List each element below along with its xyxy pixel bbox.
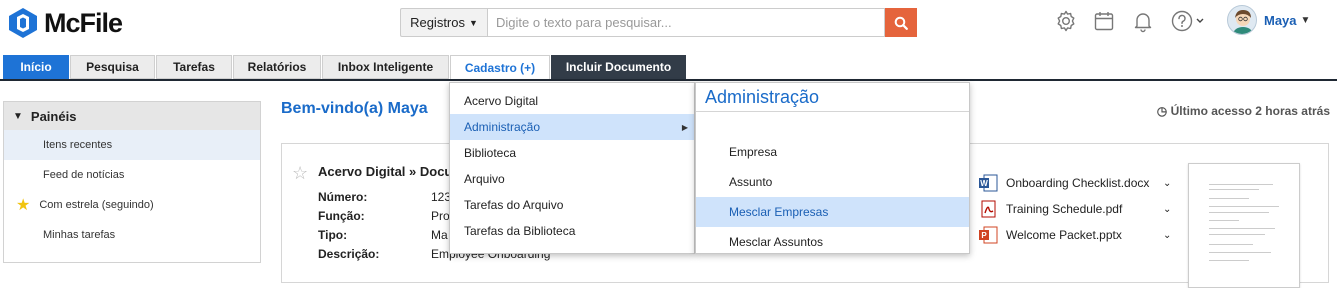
word-doc-icon: W (979, 174, 998, 192)
submenu-title: Administração (705, 86, 820, 107)
field-label: Tipo: (318, 228, 348, 242)
menu-item-label: Tarefas da Biblioteca (464, 224, 576, 238)
panel-item-news-feed[interactable]: Feed de notícias (4, 160, 260, 190)
field-label: Número: (318, 190, 368, 204)
main-nav-tabs: Início Pesquisa Tarefas Relatórios Inbox… (0, 55, 1337, 81)
svg-text:W: W (980, 179, 988, 188)
submenu-item-label: Empresa (729, 145, 778, 159)
search-input[interactable] (487, 8, 885, 37)
top-header: McFile Registros ▼ Digite o texto para p… (0, 0, 1337, 48)
panel-title: Painéis (30, 108, 77, 124)
user-menu[interactable]: Maya ▼ (1227, 5, 1310, 35)
bell-icon[interactable] (1131, 9, 1155, 33)
tab-relatorios[interactable]: Relatórios (233, 55, 321, 79)
menu-item-biblioteca[interactable]: Biblioteca (450, 140, 694, 166)
gear-icon[interactable] (1054, 9, 1078, 33)
field-label: Descrição: (318, 247, 380, 261)
welcome-heading: Bem-vindo(a) Maya (281, 100, 428, 117)
attachment-name: Training Schedule.pdf (1006, 202, 1123, 216)
submenu-item-label: Mesclar Empresas (729, 205, 829, 219)
field-value: Ma (431, 228, 448, 242)
app-name: McFile (44, 7, 123, 38)
document-preview-thumbnail[interactable] (1188, 163, 1300, 288)
clock-icon: ◷ (1156, 104, 1168, 118)
menu-item-label: Tarefas do Arquivo (464, 198, 564, 212)
panels-sidebar: ▼ Painéis Itens recentes Feed de notícia… (3, 101, 261, 263)
search-category-dropdown[interactable]: Registros ▼ (400, 8, 487, 37)
avatar (1227, 5, 1257, 35)
avatar-face-icon (1232, 10, 1254, 34)
panel-item-starred[interactable]: ★ Com estrela (seguindo) (4, 190, 260, 220)
powerpoint-icon: P (979, 226, 998, 244)
logo-icon (9, 8, 37, 38)
chevron-down-icon[interactable]: ⌄ (1163, 204, 1171, 215)
panel-header[interactable]: ▼ Painéis (4, 102, 260, 130)
search-button[interactable] (885, 8, 917, 37)
cadastro-dropdown-menu: Acervo Digital Administração ▶ Bibliotec… (449, 82, 695, 254)
menu-item-arquivo[interactable]: Arquivo (450, 166, 694, 192)
tab-pesquisa[interactable]: Pesquisa (70, 55, 155, 79)
search-category-label: Registros (410, 15, 465, 30)
chevron-down-icon[interactable]: ⌄ (1163, 230, 1171, 241)
panel-item-my-tasks[interactable]: Minhas tarefas (4, 220, 260, 250)
tab-inbox-inteligente[interactable]: Inbox Inteligente (322, 55, 449, 79)
submenu-arrow-icon: ▶ (681, 122, 688, 132)
attachments-list: W Onboarding Checklist.docx ⌄ Training S… (978, 170, 1171, 248)
search-bar: Registros ▼ (400, 8, 917, 37)
tab-incluir-documento[interactable]: Incluir Documento (551, 55, 686, 79)
panel-item-label: Itens recentes (43, 139, 113, 151)
submenu-divider (696, 111, 969, 112)
attachment-item[interactable]: P Welcome Packet.pptx ⌄ (978, 222, 1171, 248)
menu-item-label: Acervo Digital (464, 94, 539, 108)
svg-text:P: P (981, 231, 987, 240)
user-name: Maya (1264, 12, 1297, 28)
menu-item-administracao[interactable]: Administração ▶ (450, 114, 694, 140)
tab-cadastro[interactable]: Cadastro (+) (450, 55, 550, 79)
panel-item-label: Feed de notícias (43, 169, 125, 181)
submenu-item-label: Assunto (729, 175, 773, 189)
field-label: Função: (318, 209, 365, 223)
administracao-submenu: Administração Empresa Assunto Mesclar Em… (695, 82, 970, 254)
help-icon[interactable] (1170, 9, 1206, 33)
calendar-icon[interactable] (1092, 9, 1116, 33)
tab-inicio[interactable]: Início (3, 55, 69, 79)
menu-item-label: Administração (464, 120, 541, 134)
menu-item-label: Biblioteca (464, 146, 517, 160)
star-outline-icon[interactable]: ☆ (292, 163, 308, 184)
chevron-down-icon[interactable]: ⌄ (1163, 178, 1171, 189)
menu-item-tarefas-arquivo[interactable]: Tarefas do Arquivo (450, 192, 694, 218)
star-icon: ★ (16, 197, 31, 214)
submenu-item-empresa[interactable]: Empresa (696, 137, 969, 167)
submenu-item-assunto[interactable]: Assunto (696, 167, 969, 197)
attachment-item[interactable]: Training Schedule.pdf ⌄ (978, 196, 1171, 222)
app-logo[interactable]: McFile (6, 7, 123, 39)
last-access-text: Último acesso 2 horas atrás (1170, 104, 1330, 118)
submenu-item-mesclar-assuntos[interactable]: Mesclar Assuntos (696, 227, 969, 257)
field-value: Pro (431, 209, 450, 223)
panel-item-label: Minhas tarefas (43, 229, 116, 241)
attachment-item[interactable]: W Onboarding Checklist.docx ⌄ (978, 170, 1171, 196)
search-icon (894, 16, 908, 30)
panel-item-recent[interactable]: Itens recentes (4, 130, 260, 160)
panel-item-label: Com estrela (seguindo) (39, 199, 154, 211)
menu-item-acervo-digital[interactable]: Acervo Digital (450, 88, 694, 114)
collapse-triangle-icon: ▼ (13, 110, 23, 122)
attachment-name: Welcome Packet.pptx (1006, 228, 1122, 242)
pdf-icon (981, 200, 996, 218)
caret-down-icon: ▼ (469, 17, 478, 28)
menu-item-tarefas-biblioteca[interactable]: Tarefas da Biblioteca (450, 218, 694, 244)
tab-tarefas[interactable]: Tarefas (156, 55, 232, 79)
chevron-down-icon: ▼ (1300, 14, 1311, 26)
menu-item-label: Arquivo (464, 172, 505, 186)
submenu-item-mesclar-empresas[interactable]: Mesclar Empresas (696, 197, 969, 227)
last-access: ◷ Último acesso 2 horas atrás (1157, 104, 1330, 118)
attachment-name: Onboarding Checklist.docx (1006, 176, 1150, 190)
submenu-item-label: Mesclar Assuntos (729, 235, 824, 249)
